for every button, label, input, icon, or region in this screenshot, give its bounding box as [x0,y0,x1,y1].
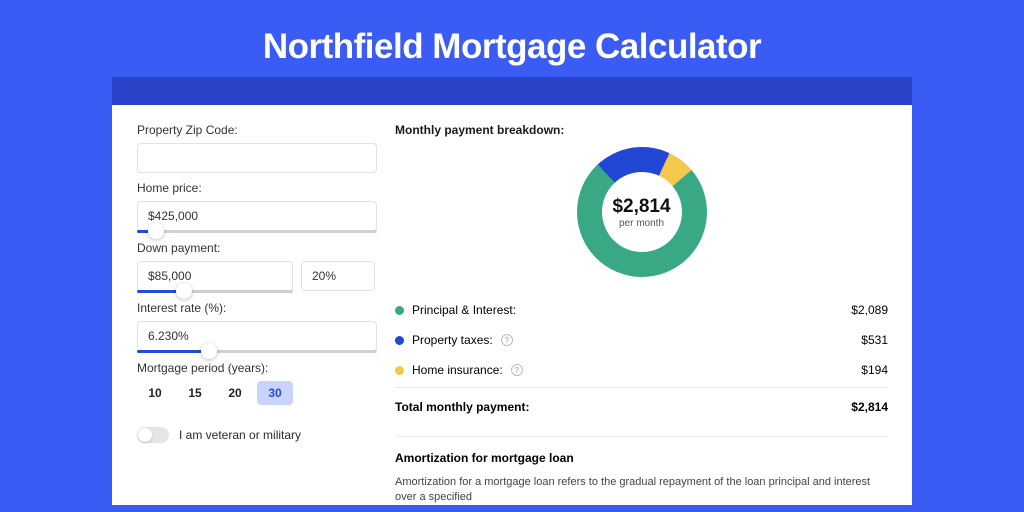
page-title: Northfield Mortgage Calculator [0,0,1024,77]
veteran-toggle-knob [138,428,152,442]
legend-value: $2,089 [851,303,888,317]
legend-label: Home insurance: [412,363,503,377]
legend-dot-green [395,306,404,315]
down-payment-label: Down payment: [137,241,367,255]
down-payment-slider[interactable] [137,290,293,293]
calculator-card: Property Zip Code: Home price: Down paym… [112,105,912,505]
legend-label: Principal & Interest: [412,303,516,317]
amortization-text: Amortization for a mortgage loan refers … [395,475,888,506]
legend-row-0: Principal & Interest: $2,089 [395,295,888,325]
home-price-slider-thumb[interactable] [148,223,164,239]
header-band [112,77,912,105]
veteran-row: I am veteran or military [137,427,367,443]
donut-center: $2,814 per month [602,172,682,252]
legend-row-2: Home insurance:? $194 [395,355,888,385]
donut-value: $2,814 [612,196,670,218]
interest-group: Interest rate (%): [137,301,367,353]
form-column: Property Zip Code: Home price: Down paym… [112,123,367,505]
period-label: Mortgage period (years): [137,361,367,375]
interest-slider[interactable] [137,350,377,353]
home-price-label: Home price: [137,181,367,195]
total-value: $2,814 [851,400,888,414]
veteran-label: I am veteran or military [179,428,301,442]
down-payment-percent-input[interactable] [301,261,375,291]
donut-chart: $2,814 per month [577,147,707,277]
donut-label: per month [619,218,664,229]
breakdown-column: Monthly payment breakdown: $2,814 per mo… [385,123,912,505]
period-button-10[interactable]: 10 [137,381,173,405]
legend-dot-blue [395,336,404,345]
home-price-group: Home price: [137,181,367,233]
interest-input[interactable] [137,321,377,351]
legend: Principal & Interest: $2,089 Property taxe… [395,295,888,385]
breakdown-title: Monthly payment breakdown: [395,123,888,137]
down-payment-slider-thumb[interactable] [176,283,192,299]
home-price-slider[interactable] [137,230,377,233]
period-row: 10152030 [137,381,367,405]
amortization-title: Amortization for mortgage loan [395,451,888,465]
interest-slider-thumb[interactable] [201,343,217,359]
help-icon[interactable]: ? [501,334,513,346]
zip-input[interactable] [137,143,377,173]
veteran-toggle[interactable] [137,427,169,443]
home-price-input[interactable] [137,201,377,231]
down-payment-group: Down payment: [137,241,367,293]
total-label: Total monthly payment: [395,400,529,414]
interest-label: Interest rate (%): [137,301,367,315]
legend-label: Property taxes: [412,333,493,347]
period-button-30[interactable]: 30 [257,381,293,405]
donut-wrap: $2,814 per month [395,147,888,277]
legend-dot-yellow [395,366,404,375]
help-icon[interactable]: ? [511,364,523,376]
down-payment-row [137,261,367,293]
amortization-section: Amortization for mortgage loan Amortizat… [395,436,888,506]
down-payment-amount-input[interactable] [137,261,293,291]
total-row: Total monthly payment: $2,814 [395,387,888,422]
period-button-15[interactable]: 15 [177,381,213,405]
zip-group: Property Zip Code: [137,123,367,173]
period-button-20[interactable]: 20 [217,381,253,405]
period-group: Mortgage period (years): 10152030 [137,361,367,405]
legend-row-1: Property taxes:? $531 [395,325,888,355]
zip-label: Property Zip Code: [137,123,367,137]
legend-value: $531 [861,333,888,347]
legend-value: $194 [861,363,888,377]
